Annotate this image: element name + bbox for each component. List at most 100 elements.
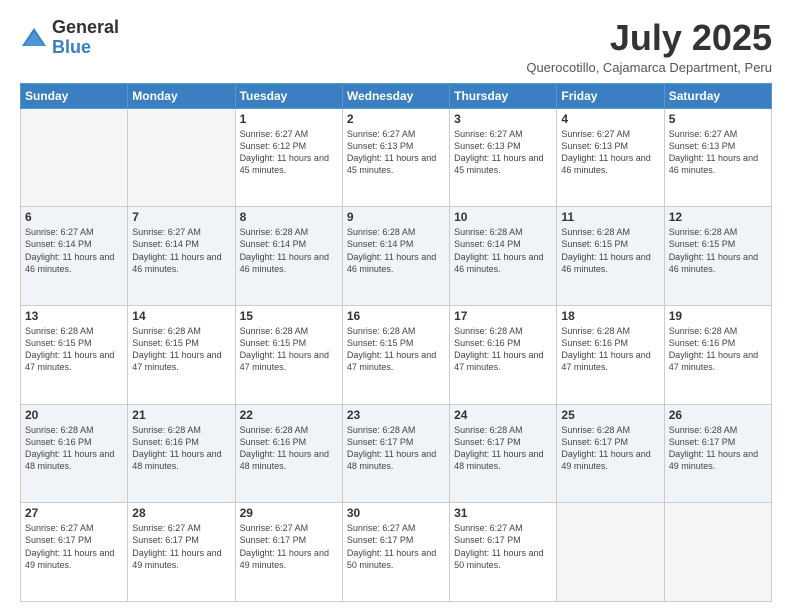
calendar-cell: 31Sunrise: 6:27 AM Sunset: 6:17 PM Dayli… <box>450 503 557 602</box>
day-number: 10 <box>454 210 552 224</box>
day-detail: Sunrise: 6:28 AM Sunset: 6:16 PM Dayligh… <box>25 424 123 473</box>
calendar-cell: 7 Sunrise: 6:27 AM Sunset: 6:14 PM Daylig… <box>128 207 235 306</box>
day-number: 13 <box>25 309 123 323</box>
day-number: 7 <box>132 210 230 224</box>
calendar-cell: 27 Sunrise: 6:27 AM Sunset: 6:17 PM Dayli… <box>21 503 128 602</box>
calendar-cell: 24 Sunrise: 6:28 AM Sunset: 6:17 PM Dayli… <box>450 404 557 503</box>
calendar-cell: 21Sunrise: 6:28 AM Sunset: 6:16 PM Dayli… <box>128 404 235 503</box>
day-number: 28 <box>132 506 230 520</box>
day-detail: Sunrise: 6:28 AM Sunset: 6:15 PM Dayligh… <box>669 226 767 275</box>
calendar-cell: 12 Sunrise: 6:28 AM Sunset: 6:15 PM Dayli… <box>664 207 771 306</box>
calendar-cell <box>557 503 664 602</box>
day-detail: Sunrise: 6:28 AM Sunset: 6:17 PM Dayligh… <box>669 424 767 473</box>
calendar-cell: 4 Sunrise: 6:27 AM Sunset: 6:13 PM Daylig… <box>557 108 664 207</box>
calendar-cell: 19Sunrise: 6:28 AM Sunset: 6:16 PM Dayli… <box>664 305 771 404</box>
day-detail: Sunrise: 6:28 AM Sunset: 6:14 PM Dayligh… <box>454 226 552 275</box>
day-detail: Sunrise: 6:28 AM Sunset: 6:15 PM Dayligh… <box>347 325 445 374</box>
logo-text: General Blue <box>52 18 119 58</box>
day-detail: Sunrise: 6:28 AM Sunset: 6:16 PM Dayligh… <box>454 325 552 374</box>
month-title: July 2025 <box>526 18 772 58</box>
day-detail: Sunrise: 6:27 AM Sunset: 6:17 PM Dayligh… <box>25 522 123 571</box>
calendar-cell: 3 Sunrise: 6:27 AM Sunset: 6:13 PM Daylig… <box>450 108 557 207</box>
calendar-cell: 23 Sunrise: 6:28 AM Sunset: 6:17 PM Dayli… <box>342 404 449 503</box>
day-detail: Sunrise: 6:28 AM Sunset: 6:15 PM Dayligh… <box>561 226 659 275</box>
calendar-table: SundayMondayTuesdayWednesdayThursdayFrid… <box>20 83 772 602</box>
day-detail: Sunrise: 6:27 AM Sunset: 6:14 PM Dayligh… <box>132 226 230 275</box>
calendar-week-row: 27 Sunrise: 6:27 AM Sunset: 6:17 PM Dayli… <box>21 503 772 602</box>
day-detail: Sunrise: 6:27 AM Sunset: 6:17 PM Dayligh… <box>132 522 230 571</box>
calendar-cell: 6Sunrise: 6:27 AM Sunset: 6:14 PM Daylig… <box>21 207 128 306</box>
day-number: 19 <box>669 309 767 323</box>
day-detail: Sunrise: 6:28 AM Sunset: 6:17 PM Dayligh… <box>347 424 445 473</box>
calendar-cell: 25 Sunrise: 6:28 AM Sunset: 6:17 PM Dayli… <box>557 404 664 503</box>
day-detail: Sunrise: 6:28 AM Sunset: 6:17 PM Dayligh… <box>561 424 659 473</box>
calendar-header-saturday: Saturday <box>664 83 771 108</box>
calendar-header-tuesday: Tuesday <box>235 83 342 108</box>
calendar-cell <box>21 108 128 207</box>
calendar-header-sunday: Sunday <box>21 83 128 108</box>
day-detail: Sunrise: 6:27 AM Sunset: 6:13 PM Dayligh… <box>669 128 767 177</box>
day-detail: Sunrise: 6:27 AM Sunset: 6:12 PM Dayligh… <box>240 128 338 177</box>
logo-general-text: General <box>52 17 119 37</box>
day-detail: Sunrise: 6:27 AM Sunset: 6:14 PM Dayligh… <box>25 226 123 275</box>
calendar-cell: 22Sunrise: 6:28 AM Sunset: 6:16 PM Dayli… <box>235 404 342 503</box>
day-number: 3 <box>454 112 552 126</box>
day-number: 18 <box>561 309 659 323</box>
calendar-cell: 26Sunrise: 6:28 AM Sunset: 6:17 PM Dayli… <box>664 404 771 503</box>
day-number: 8 <box>240 210 338 224</box>
logo-blue-text: Blue <box>52 37 91 57</box>
calendar-cell: 18 Sunrise: 6:28 AM Sunset: 6:16 PM Dayli… <box>557 305 664 404</box>
subtitle: Querocotillo, Cajamarca Department, Peru <box>526 60 772 75</box>
day-number: 11 <box>561 210 659 224</box>
calendar-cell: 30 Sunrise: 6:27 AM Sunset: 6:17 PM Dayli… <box>342 503 449 602</box>
day-number: 5 <box>669 112 767 126</box>
calendar-cell <box>128 108 235 207</box>
logo: General Blue <box>20 18 119 58</box>
day-number: 2 <box>347 112 445 126</box>
day-detail: Sunrise: 6:27 AM Sunset: 6:17 PM Dayligh… <box>240 522 338 571</box>
day-number: 25 <box>561 408 659 422</box>
calendar-header-row: SundayMondayTuesdayWednesdayThursdayFrid… <box>21 83 772 108</box>
day-number: 22 <box>240 408 338 422</box>
calendar-header-friday: Friday <box>557 83 664 108</box>
day-detail: Sunrise: 6:28 AM Sunset: 6:14 PM Dayligh… <box>347 226 445 275</box>
day-detail: Sunrise: 6:28 AM Sunset: 6:14 PM Dayligh… <box>240 226 338 275</box>
calendar-cell: 14 Sunrise: 6:28 AM Sunset: 6:15 PM Dayli… <box>128 305 235 404</box>
day-number: 20 <box>25 408 123 422</box>
day-detail: Sunrise: 6:27 AM Sunset: 6:13 PM Dayligh… <box>454 128 552 177</box>
calendar-cell: 1Sunrise: 6:27 AM Sunset: 6:12 PM Daylig… <box>235 108 342 207</box>
day-number: 24 <box>454 408 552 422</box>
day-number: 4 <box>561 112 659 126</box>
calendar-header-monday: Monday <box>128 83 235 108</box>
day-number: 27 <box>25 506 123 520</box>
day-detail: Sunrise: 6:28 AM Sunset: 6:16 PM Dayligh… <box>132 424 230 473</box>
day-detail: Sunrise: 6:28 AM Sunset: 6:16 PM Dayligh… <box>561 325 659 374</box>
calendar-cell: 15Sunrise: 6:28 AM Sunset: 6:15 PM Dayli… <box>235 305 342 404</box>
title-block: July 2025 Querocotillo, Cajamarca Depart… <box>526 18 772 75</box>
day-detail: Sunrise: 6:28 AM Sunset: 6:17 PM Dayligh… <box>454 424 552 473</box>
day-number: 9 <box>347 210 445 224</box>
day-number: 23 <box>347 408 445 422</box>
day-detail: Sunrise: 6:27 AM Sunset: 6:13 PM Dayligh… <box>347 128 445 177</box>
page: General Blue July 2025 Querocotillo, Caj… <box>0 0 792 612</box>
day-number: 12 <box>669 210 767 224</box>
day-number: 29 <box>240 506 338 520</box>
header: General Blue July 2025 Querocotillo, Caj… <box>20 18 772 75</box>
calendar-cell: 13Sunrise: 6:28 AM Sunset: 6:15 PM Dayli… <box>21 305 128 404</box>
day-detail: Sunrise: 6:27 AM Sunset: 6:17 PM Dayligh… <box>454 522 552 571</box>
day-number: 30 <box>347 506 445 520</box>
calendar-cell: 5 Sunrise: 6:27 AM Sunset: 6:13 PM Daylig… <box>664 108 771 207</box>
calendar-cell: 9 Sunrise: 6:28 AM Sunset: 6:14 PM Daylig… <box>342 207 449 306</box>
day-detail: Sunrise: 6:27 AM Sunset: 6:13 PM Dayligh… <box>561 128 659 177</box>
day-number: 17 <box>454 309 552 323</box>
calendar-cell: 10 Sunrise: 6:28 AM Sunset: 6:14 PM Dayli… <box>450 207 557 306</box>
day-number: 14 <box>132 309 230 323</box>
day-detail: Sunrise: 6:27 AM Sunset: 6:17 PM Dayligh… <box>347 522 445 571</box>
calendar-header-wednesday: Wednesday <box>342 83 449 108</box>
calendar-week-row: 13 Sunrise: 6:28 AM Sunset: 6:15 PM Dayli… <box>21 305 772 404</box>
day-number: 16 <box>347 309 445 323</box>
calendar-week-row: 6Sunrise: 6:27 AM Sunset: 6:14 PM Daylig… <box>21 207 772 306</box>
logo-icon <box>20 24 48 52</box>
day-detail: Sunrise: 6:28 AM Sunset: 6:15 PM Dayligh… <box>132 325 230 374</box>
calendar-cell: 28 Sunrise: 6:27 AM Sunset: 6:17 PM Dayli… <box>128 503 235 602</box>
